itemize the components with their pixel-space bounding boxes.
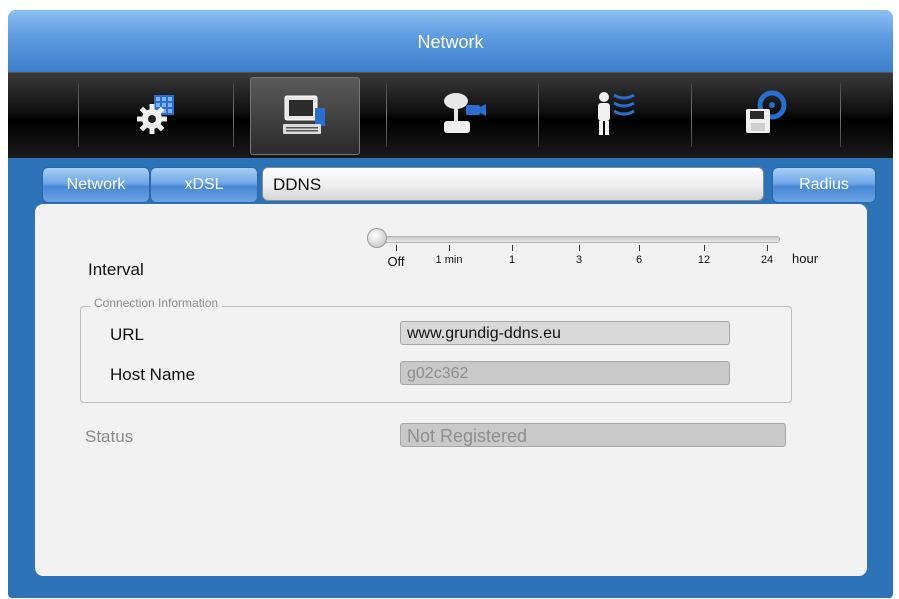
tab-network[interactable]: Network bbox=[42, 167, 150, 203]
status-field: Not Registered bbox=[400, 423, 786, 447]
tick-label: 6 bbox=[635, 254, 643, 266]
toolbar-devices-button[interactable] bbox=[408, 77, 516, 153]
tick-label: 24 bbox=[760, 254, 774, 266]
status-label: Status bbox=[85, 427, 134, 446]
interval-unit: hour bbox=[792, 251, 819, 266]
toolbar-separator bbox=[386, 83, 387, 147]
slider-tick bbox=[767, 245, 768, 251]
toolbar-events-button[interactable] bbox=[560, 77, 668, 153]
slider-tick bbox=[449, 245, 450, 251]
connection-info-legend: Connection Information bbox=[90, 296, 223, 310]
main-toolbar bbox=[8, 72, 893, 158]
joystick-camera-icon bbox=[444, 93, 486, 133]
person-signal-icon bbox=[598, 92, 635, 135]
slider-tick bbox=[512, 245, 513, 251]
tick-label: 12 bbox=[697, 254, 711, 266]
tab-radius[interactable]: Radius bbox=[772, 167, 876, 203]
tab-ddns[interactable]: DDNS bbox=[262, 167, 764, 201]
toolbar-storage-button[interactable] bbox=[710, 77, 818, 153]
interval-label: Interval bbox=[88, 260, 144, 279]
tick-label: Off bbox=[387, 254, 405, 269]
slider-tick bbox=[579, 245, 580, 251]
disk-save-icon bbox=[746, 90, 787, 133]
window-title: Network bbox=[8, 10, 893, 72]
url-label: URL bbox=[110, 325, 145, 344]
toolbar-network-button[interactable] bbox=[250, 77, 360, 155]
slider-tick bbox=[396, 245, 397, 251]
toolbar-separator bbox=[840, 83, 841, 147]
url-field[interactable]: www.grundig-ddns.eu bbox=[400, 321, 730, 345]
host-name-label: Host Name bbox=[110, 365, 196, 384]
host-name-field[interactable]: g02c362 bbox=[400, 361, 730, 385]
slider-track[interactable] bbox=[372, 236, 780, 243]
toolbar-separator bbox=[233, 83, 234, 147]
tick-label: 1 min bbox=[435, 254, 463, 266]
slider-knob[interactable] bbox=[367, 228, 387, 248]
toolbar-separator bbox=[78, 83, 79, 147]
tick-label: 3 bbox=[575, 254, 583, 266]
toolbar-separator bbox=[538, 83, 539, 147]
toolbar-separator bbox=[691, 83, 692, 147]
computer-network-icon bbox=[283, 95, 325, 134]
gear-grid-icon bbox=[137, 95, 174, 134]
tab-xdsl[interactable]: xDSL bbox=[150, 167, 258, 203]
slider-tick bbox=[639, 245, 640, 251]
tick-label: 1 bbox=[508, 254, 516, 266]
slider-tick bbox=[704, 245, 705, 251]
toolbar-system-button[interactable] bbox=[102, 77, 210, 153]
interval-slider[interactable]: Off 1 min 1 3 6 12 24 hour bbox=[364, 224, 824, 274]
